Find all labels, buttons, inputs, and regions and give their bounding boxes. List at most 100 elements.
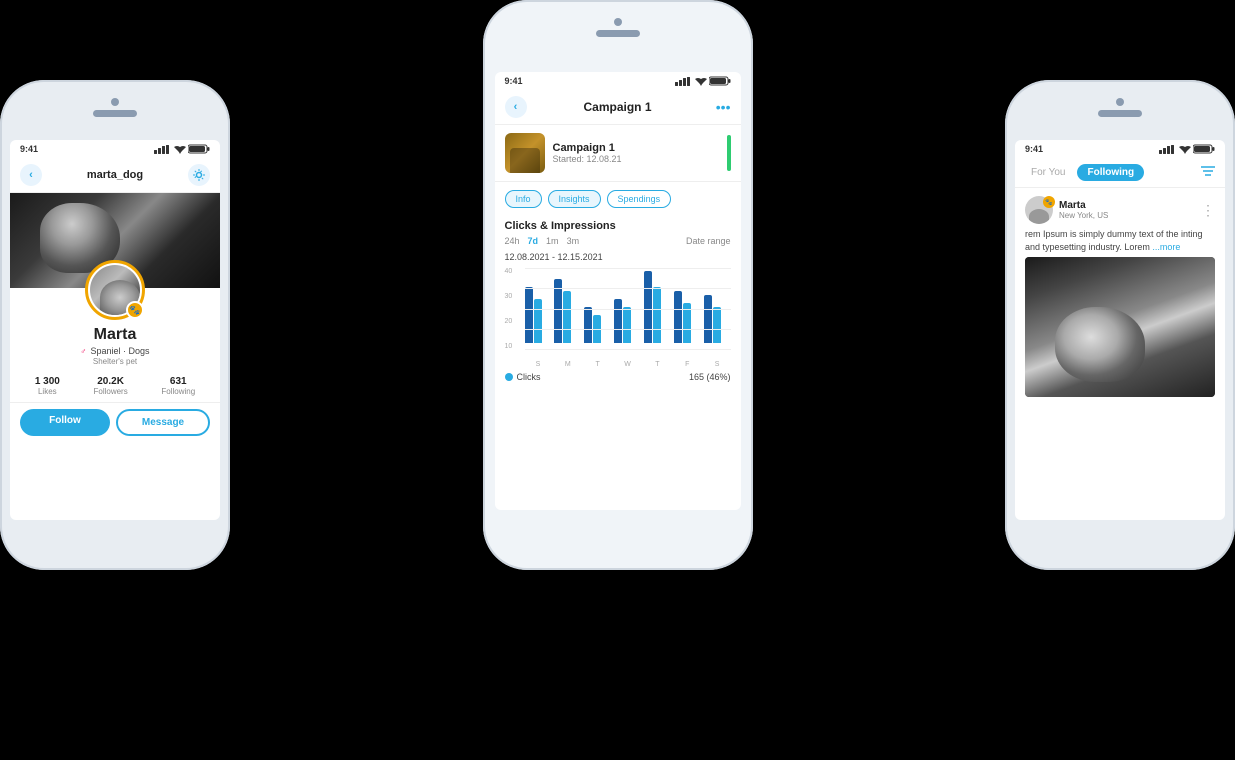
campaign-title: Campaign 1 — [583, 100, 651, 114]
filter-icon[interactable] — [1201, 165, 1215, 180]
bar-group-2 — [584, 307, 611, 343]
avatar-wrap: 🐾 — [10, 260, 220, 320]
chart-title: Clicks & Impressions — [495, 216, 741, 234]
time-24h[interactable]: 24h — [505, 236, 520, 246]
time-center: 9:41 — [505, 76, 523, 86]
campaign-card: Campaign 1 Started: 12.08.21 — [495, 125, 741, 182]
tab-following[interactable]: Following — [1077, 164, 1144, 181]
speaker-center — [596, 30, 640, 37]
time-filters: 24h 7d 1m 3m Date range — [495, 234, 741, 250]
profile-breed: ♂ Spaniel · Dogs — [10, 346, 220, 356]
phone-center: 9:41 ‹ Campaign 1 — [483, 0, 753, 570]
back-button-center[interactable]: ‹ — [505, 96, 527, 118]
speaker-right — [1098, 110, 1142, 117]
bar-s2-dark — [704, 295, 712, 343]
bar-f-light — [683, 303, 691, 343]
post-image — [1025, 257, 1215, 397]
date-range-label: Date range — [686, 236, 731, 246]
back-button-left[interactable]: ‹ — [20, 164, 42, 186]
screen-center: 9:41 ‹ Campaign 1 — [495, 72, 741, 510]
poster-name: Marta — [1059, 200, 1195, 211]
camera-center — [614, 18, 622, 26]
avatar-ring: 🐾 — [85, 260, 145, 320]
bar-t2-light — [653, 287, 661, 343]
chart-x-labels: S M T W T F S — [525, 361, 731, 368]
message-button[interactable]: Message — [116, 409, 210, 436]
profile-name: Marta — [10, 326, 220, 344]
chart-y-labels: 40 30 20 10 — [505, 268, 513, 350]
status-icons-center — [675, 76, 731, 86]
post-text: rem Ipsum is simply dummy text of the in… — [1025, 224, 1215, 257]
post-header: 🐾 Marta New York, US ⋮ — [1025, 196, 1215, 224]
bar-group-5 — [674, 291, 701, 343]
tab-spendings[interactable]: Spendings — [607, 190, 672, 208]
bar-t1-dark — [584, 307, 592, 343]
chart-bars — [525, 268, 731, 361]
status-icons-left — [154, 144, 210, 154]
camera-left — [111, 98, 119, 106]
bar-group-4 — [644, 271, 671, 343]
legend-clicks: Clicks — [505, 372, 541, 382]
bar-group-1 — [554, 279, 581, 343]
tab-insights[interactable]: Insights — [548, 190, 601, 208]
stat-likes: 1 300 Likes — [35, 376, 60, 396]
time-1m[interactable]: 1m — [546, 236, 559, 246]
bar-w-light — [623, 307, 631, 343]
stat-followers: 20.2K Followers — [93, 376, 127, 396]
camera-right — [1116, 98, 1124, 106]
bar-group-6 — [704, 295, 731, 343]
legend-value: 165 (46%) — [689, 372, 731, 382]
legend-dot — [505, 373, 513, 381]
bar-f-dark — [674, 291, 682, 343]
screen-left: 9:41 ‹ marta_dog — [10, 140, 220, 520]
chart-legend: Clicks 165 (46%) — [495, 368, 741, 386]
campaign-thumbnail — [505, 133, 545, 173]
post-options[interactable]: ⋮ — [1201, 202, 1215, 219]
status-bar-right: 9:41 — [1015, 140, 1225, 158]
post-avatar-wrap: 🐾 — [1025, 196, 1053, 224]
feed-post: 🐾 Marta New York, US ⋮ rem Ipsum is simp… — [1015, 188, 1225, 401]
bar-group-3 — [614, 299, 641, 343]
profile-header: ‹ marta_dog — [10, 158, 220, 193]
bar-group-0 — [525, 287, 552, 343]
bar-t1-light — [593, 315, 601, 343]
profile-username: marta_dog — [87, 169, 143, 181]
more-button-center[interactable]: ••• — [716, 99, 731, 115]
phone-left: 9:41 ‹ marta_dog — [0, 80, 230, 570]
time-3m[interactable]: 3m — [567, 236, 580, 246]
bar-t2-dark — [644, 271, 652, 343]
campaign-info: Campaign 1 Started: 12.08.21 — [553, 142, 719, 164]
tab-info[interactable]: Info — [505, 190, 542, 208]
phone-right: 9:41 For You Foll — [1005, 80, 1235, 570]
pet-badge: 🐾 — [126, 301, 144, 319]
campaign-name: Campaign 1 — [553, 142, 719, 154]
time-7d[interactable]: 7d — [528, 236, 539, 246]
profile-stats: 1 300 Likes 20.2K Followers 631 Followin… — [10, 366, 220, 403]
date-range-value: 12.08.2021 - 12.15.2021 — [495, 250, 741, 268]
gender-icon: ♂ — [80, 347, 86, 356]
campaign-date: Started: 12.08.21 — [553, 154, 719, 164]
feed-header: For You Following — [1015, 158, 1225, 188]
bar-m-dark — [554, 279, 562, 343]
time-right: 9:41 — [1025, 144, 1043, 154]
speaker-left — [93, 110, 137, 117]
shelter-label: Shelter's pet — [10, 357, 220, 366]
bar-s-dark — [525, 287, 533, 343]
screen-right: 9:41 For You Foll — [1015, 140, 1225, 520]
campaign-progress-bar — [727, 135, 731, 171]
profile-actions: Follow Message — [10, 403, 220, 442]
bar-w-dark — [614, 299, 622, 343]
bar-s2-light — [713, 307, 721, 343]
tab-pills: Info Insights Spendings — [495, 182, 741, 216]
bar-m-light — [563, 291, 571, 343]
post-user-info: Marta New York, US — [1059, 200, 1195, 220]
settings-icon[interactable] — [188, 164, 210, 186]
time-left: 9:41 — [20, 144, 38, 154]
status-icons-right — [1159, 144, 1215, 154]
chart-area: S M T W T F S — [525, 268, 731, 368]
follow-button[interactable]: Follow — [20, 409, 110, 436]
tab-for-you[interactable]: For You — [1025, 164, 1071, 181]
post-dog-photo — [1025, 257, 1215, 397]
post-more-link[interactable]: ...more — [1152, 242, 1180, 252]
stat-following: 631 Following — [161, 376, 195, 396]
